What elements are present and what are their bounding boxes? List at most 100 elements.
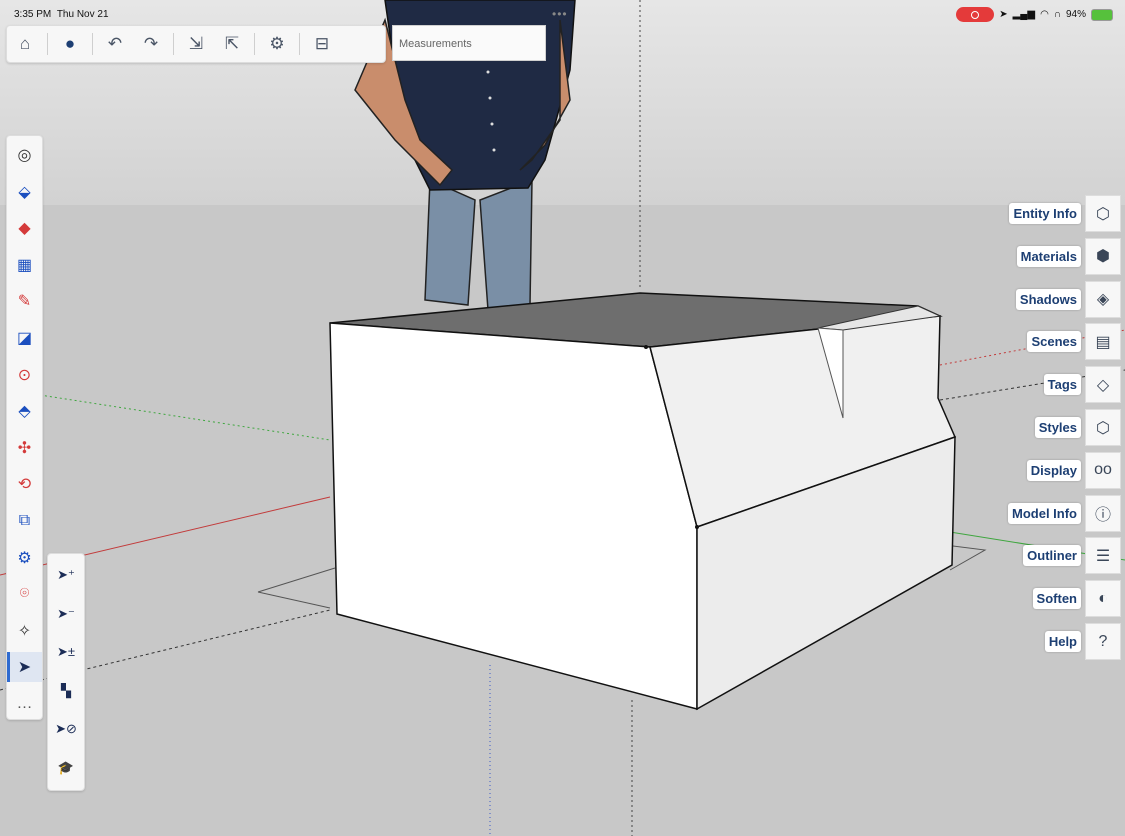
axes-tool[interactable]: ✧ [7, 616, 42, 646]
import-icon: ⇲ [188, 34, 204, 53]
panel-label[interactable]: Scenes [1027, 331, 1081, 353]
select-add-button[interactable]: ➤⁺ [48, 560, 84, 590]
panel-label[interactable]: Help [1044, 631, 1081, 652]
select-tutorial-button[interactable]: 🎓 [48, 753, 84, 783]
panel-label[interactable]: Materials [1016, 245, 1081, 267]
shape-tool[interactable]: ▦ [7, 250, 42, 280]
screen-record-indicator[interactable] [956, 7, 995, 22]
panel-tags[interactable]: Tags ◇ [1043, 366, 1121, 404]
paint-bucket-tool[interactable]: ⬙ [7, 177, 42, 207]
panel-model-info[interactable]: Model Info ⓘ [1008, 494, 1121, 532]
redo-button[interactable]: ↷ [133, 26, 169, 62]
scale-tool[interactable]: ⧉ [7, 506, 42, 536]
scale-tool-icon: ⧉ [18, 512, 31, 529]
home-button[interactable]: ⌂ [7, 26, 43, 62]
battery-percent: 94% [1065, 9, 1086, 20]
model-info-icon[interactable]: ⓘ [1085, 494, 1121, 532]
measurements-box[interactable]: Measurements [392, 25, 546, 61]
tape-measure-tool-icon: ⚙ [17, 549, 32, 567]
entity-info-icon[interactable]: ⬡ [1085, 195, 1121, 232]
tool-palette: ◎ ⬙ ◆ ▦ ✎ ◪ ⊙ ⬘ ✣ ⟲ ⧉ ⚙ ⌾ ✧ ➤ … [6, 135, 43, 720]
time-text: 3:35 PM [14, 9, 52, 20]
toolbar-divider [47, 33, 48, 55]
rotate-tool-icon: ⟲ [17, 476, 32, 494]
select-subtract-button[interactable]: ➤⁻ [48, 599, 84, 629]
user-icon: ● [64, 34, 76, 53]
panel-label[interactable]: Tags [1043, 374, 1081, 396]
status-bar: 3:35 PM Thu Nov 21 ••• ➤ ▂▄▆ ◠ ∩ 94% [0, 0, 1125, 26]
move-tool[interactable]: ✣ [7, 433, 42, 463]
select-toggle-icon: ➤± [56, 644, 76, 659]
profile-button[interactable]: ● [52, 26, 88, 62]
toolbar-divider [173, 33, 174, 55]
display-icon[interactable]: oo [1085, 451, 1121, 489]
location-icon: ➤ [999, 9, 1008, 20]
select-none-button[interactable]: ➤⊘ [48, 714, 84, 744]
eraser-tool-icon: ◆ [18, 220, 31, 238]
panel-outliner[interactable]: Outliner ☰ [1023, 537, 1121, 575]
scenes-icon[interactable]: ▤ [1085, 323, 1121, 361]
panel-materials[interactable]: Materials ⬢ [1016, 237, 1121, 275]
orbit-tool-icon: ◎ [17, 147, 32, 164]
panel-help[interactable]: Help? [1044, 623, 1121, 660]
line-tool[interactable]: ◪ [7, 323, 42, 353]
headphones-icon: ∩ [1053, 9, 1061, 20]
pencil-tool[interactable]: ✎ [7, 286, 42, 316]
model-viewport[interactable] [0, 0, 1125, 836]
panel-scenes[interactable]: Scenes ▤ [1027, 323, 1121, 361]
select-subtool-palette: ➤⁺ ➤⁻ ➤± ▚ ➤⊘ 🎓 [47, 553, 85, 791]
settings-button[interactable]: ⚙ [259, 26, 295, 62]
materials-icon[interactable]: ⬢ [1085, 237, 1121, 275]
styles-icon[interactable]: ⬡ [1085, 409, 1121, 446]
battery-icon [1091, 8, 1113, 21]
move-tool-icon: ✣ [17, 439, 32, 457]
undo-icon: ↶ [107, 34, 123, 53]
panel-label[interactable]: Shadows [1015, 288, 1081, 310]
circle-tool[interactable]: ⊙ [7, 360, 42, 390]
orbit-tool[interactable]: ◎ [7, 140, 42, 170]
date-text: Thu Nov 21 [56, 9, 109, 20]
panel-label[interactable]: Styles [1034, 417, 1081, 438]
soften-icon[interactable]: ◐ [1085, 580, 1121, 618]
more-tools[interactable]: … [7, 689, 42, 719]
panel-shadows[interactable]: Shadows ◈ [1015, 280, 1121, 318]
multitasking-dots[interactable]: ••• [552, 7, 568, 21]
pencil-tool-icon: ✎ [17, 293, 32, 311]
export-button[interactable]: ⇱ [214, 26, 250, 62]
panel-label[interactable]: Display [1026, 459, 1081, 481]
search-tool[interactable]: ⌾ [7, 579, 42, 609]
paint-bucket-tool-icon: ⬙ [18, 183, 31, 201]
tape-measure-tool[interactable]: ⚙ [7, 543, 42, 573]
home-icon: ⌂ [19, 34, 31, 53]
select-none-icon: ➤⊘ [55, 721, 77, 736]
outliner-icon[interactable]: ☰ [1085, 537, 1121, 575]
import-button[interactable]: ⇲ [178, 26, 214, 62]
panel-display[interactable]: Display oo [1026, 451, 1121, 489]
panel-label[interactable]: Soften [1032, 588, 1081, 610]
axes-tool-icon: ✧ [17, 622, 32, 640]
panel-label[interactable]: Entity Info [1009, 203, 1081, 224]
push-pull-tool[interactable]: ⬘ [7, 396, 42, 426]
select-all-button[interactable]: ▚ [48, 676, 84, 706]
panel-label[interactable]: Model Info [1008, 502, 1081, 524]
panel-entity-info[interactable]: Entity Info ⬡ [1009, 195, 1121, 232]
select-tool[interactable]: ➤ [7, 652, 42, 683]
help-icon[interactable]: ? [1085, 623, 1121, 660]
toolbar-divider [92, 33, 93, 55]
eraser-tool[interactable]: ◆ [7, 213, 42, 243]
push-pull-tool-icon: ⬘ [18, 403, 31, 421]
undo-button[interactable]: ↶ [97, 26, 133, 62]
view-button[interactable]: ⊟ [304, 26, 340, 62]
wifi-icon: ◠ [1040, 9, 1049, 20]
panel-soften[interactable]: Soften ◐ [1032, 580, 1121, 618]
shape-tool-icon: ▦ [16, 256, 33, 274]
rotate-tool[interactable]: ⟲ [7, 469, 42, 499]
tags-icon[interactable]: ◇ [1085, 366, 1121, 404]
status-icons: ➤ ▂▄▆ ◠ ∩ 94% [956, 7, 1113, 22]
panel-label[interactable]: Outliner [1023, 545, 1081, 567]
toolbar-divider [299, 33, 300, 55]
shadows-icon[interactable]: ◈ [1085, 280, 1121, 318]
panel-styles[interactable]: Styles ⬡ [1034, 409, 1121, 446]
select-subtract-icon: ➤⁻ [57, 605, 75, 621]
select-toggle-button[interactable]: ➤± [48, 637, 84, 667]
